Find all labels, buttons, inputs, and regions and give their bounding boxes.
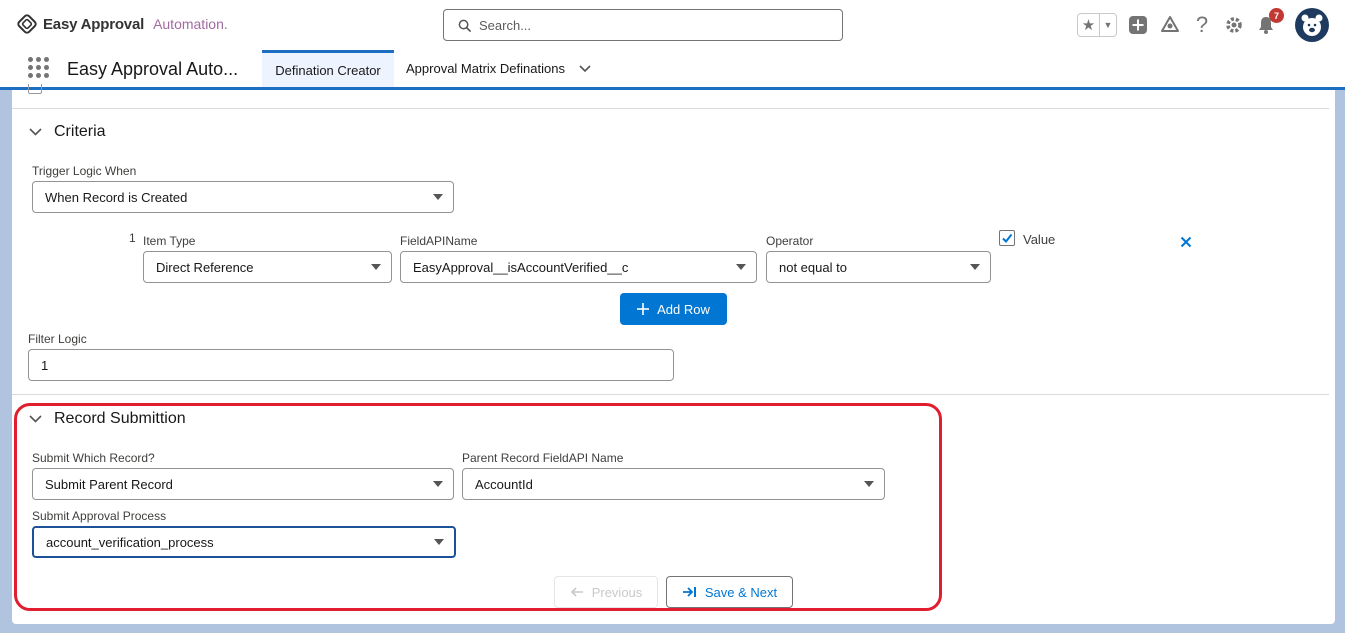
divider (12, 108, 1329, 109)
gear-icon[interactable] (1223, 14, 1245, 36)
logo-text-light: Automation. (153, 16, 228, 32)
chevron-down-icon (29, 412, 42, 426)
caret-down-icon (433, 194, 443, 200)
caret-down-icon (864, 481, 874, 487)
item-type-select[interactable]: Direct Reference (143, 251, 392, 283)
favorites-group[interactable]: ★ ▼ (1077, 13, 1117, 37)
caret-down-icon (970, 264, 980, 270)
plus-icon (637, 303, 650, 315)
logo-icon (17, 14, 37, 34)
main-card: Criteria Trigger Logic When When Record … (12, 84, 1335, 624)
avatar[interactable] (1295, 8, 1329, 42)
logo-text-bold: Easy Approval (43, 15, 145, 33)
save-and-next-label: Save & Next (704, 584, 778, 600)
submit-which-record-select[interactable]: Submit Parent Record (32, 468, 454, 500)
remove-row-icon[interactable] (1180, 235, 1192, 253)
item-type-value: Direct Reference (156, 259, 254, 275)
notification-badge: 7 (1269, 8, 1284, 23)
caret-down-icon (736, 264, 746, 270)
caret-down-icon (433, 481, 443, 487)
add-icon[interactable] (1127, 14, 1149, 36)
caret-down-icon (371, 264, 381, 270)
field-api-name-select[interactable]: EasyApproval__isAccountVerified__c (400, 251, 757, 283)
tab-label: Defination Creator (275, 62, 381, 78)
tab-label: Approval Matrix Definations (406, 61, 565, 76)
submit-which-record-value: Submit Parent Record (45, 476, 173, 492)
item-type-label: Item Type (143, 234, 196, 248)
search-icon (458, 19, 471, 32)
arrow-right-to-line-icon (682, 587, 696, 597)
star-icon[interactable]: ★ (1078, 14, 1100, 36)
submit-which-record-label: Submit Which Record? (32, 451, 155, 465)
trigger-logic-value: When Record is Created (45, 189, 188, 205)
record-submission-section-header[interactable]: Record Submittion (29, 410, 186, 428)
divider (12, 394, 1329, 395)
previous-button[interactable]: Previous (554, 576, 658, 608)
app-launcher-icon[interactable] (28, 57, 50, 79)
tab-approval-matrix-definations[interactable]: Approval Matrix Definations (394, 50, 603, 87)
app-navigation: Easy Approval Auto... Defination Creator… (0, 50, 1345, 90)
header-actions: ★ ▼ ? 7 (1077, 8, 1329, 42)
chevron-down-icon (29, 125, 42, 139)
trailhead-icon[interactable] (1159, 14, 1181, 36)
tab-defination-creator[interactable]: Defination Creator (262, 50, 394, 87)
chevron-down-icon[interactable]: ▼ (1100, 14, 1116, 36)
value-checkbox[interactable] (999, 230, 1015, 246)
approval-process-value: account_verification_process (46, 534, 214, 550)
approval-process-select[interactable]: account_verification_process (32, 526, 456, 558)
filter-logic-label: Filter Logic (28, 332, 87, 346)
partial-checkbox[interactable] (28, 84, 42, 94)
field-api-name-value: EasyApproval__isAccountVerified__c (413, 259, 629, 275)
previous-label: Previous (591, 584, 643, 600)
chevron-down-icon[interactable] (579, 62, 591, 76)
value-label: Value (1023, 232, 1056, 247)
global-search[interactable] (443, 9, 843, 41)
caret-down-icon (434, 539, 444, 545)
parent-record-field-label: Parent Record FieldAPI Name (462, 451, 624, 465)
criteria-section-header[interactable]: Criteria (29, 123, 106, 141)
approval-process-label: Submit Approval Process (32, 509, 167, 523)
save-and-next-button[interactable]: Save & Next (666, 576, 793, 608)
section-title: Record Submittion (54, 410, 186, 427)
filter-logic-value: 1 (41, 357, 49, 373)
parent-record-field-select[interactable]: AccountId (462, 468, 885, 500)
checkmark-icon (1002, 233, 1013, 244)
app-logo[interactable]: Easy Approval Automation. (17, 14, 228, 34)
global-header: Easy Approval Automation. ★ ▼ ? 7 (0, 0, 1345, 50)
operator-label: Operator (766, 234, 814, 248)
section-title: Criteria (54, 123, 106, 140)
app-name: Easy Approval Auto... (67, 59, 239, 79)
arrow-left-icon (570, 587, 583, 597)
trigger-logic-select[interactable]: When Record is Created (32, 181, 454, 213)
add-row-button[interactable]: Add Row (620, 293, 727, 325)
help-icon[interactable]: ? (1191, 12, 1213, 37)
parent-record-field-value: AccountId (475, 476, 533, 492)
operator-select[interactable]: not equal to (766, 251, 991, 283)
trigger-logic-label: Trigger Logic When (32, 164, 137, 178)
search-input[interactable] (479, 17, 819, 33)
field-api-name-label: FieldAPIName (400, 234, 478, 248)
operator-value: not equal to (779, 259, 847, 275)
criteria-row-number: 1 (129, 231, 136, 245)
add-row-label: Add Row (657, 301, 710, 317)
bell-icon[interactable]: 7 (1255, 8, 1284, 36)
filter-logic-input[interactable]: 1 (28, 349, 674, 381)
user-avatar-icon (1301, 14, 1323, 36)
